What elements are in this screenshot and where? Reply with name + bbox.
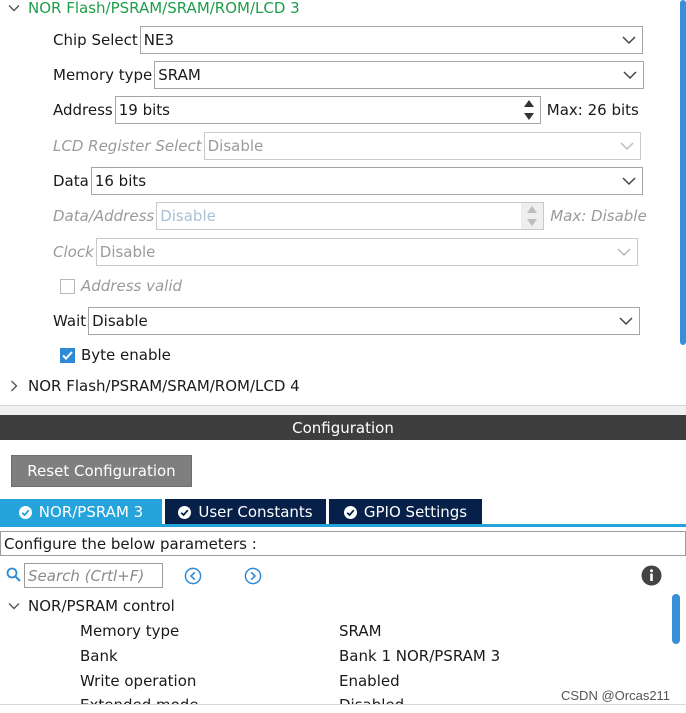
table-row[interactable]: Bank Bank 1 NOR/PSRAM 3: [0, 644, 670, 668]
clock-dropdown[interactable]: Disable: [95, 238, 638, 266]
param-value: Enabled: [339, 672, 400, 690]
scrollbar-thumb[interactable]: [680, 0, 686, 345]
configuration-title: Configuration: [292, 418, 394, 437]
parameter-panel: NOR Flash/PSRAM/SRAM/ROM/LCD 3 Chip Sele…: [0, 0, 686, 405]
search-icon: [6, 567, 21, 582]
tab-user-constants[interactable]: User Constants: [165, 499, 326, 525]
spinner-arrows-icon[interactable]: [518, 97, 540, 123]
memory-type-row: Memory type SRAM: [53, 60, 645, 90]
lcd-register-select-row: LCD Register Select Disable: [53, 131, 641, 161]
wait-value: Disable: [92, 312, 148, 330]
check-circle-icon: [343, 505, 357, 519]
param-value: Disabled: [339, 696, 404, 704]
memory-type-label: Memory type: [53, 66, 153, 84]
tab-label: NOR/PSRAM 3: [38, 503, 144, 521]
address-valid-label: Address valid: [81, 277, 183, 295]
data-row: Data 16 bits: [53, 166, 643, 196]
reset-configuration-button[interactable]: Reset Configuration: [11, 455, 192, 487]
group-title: NOR Flash/PSRAM/SRAM/ROM/LCD 3: [28, 0, 300, 17]
panel-splitter[interactable]: [0, 405, 686, 415]
param-key: Write operation: [80, 672, 197, 690]
check-icon: [62, 350, 73, 360]
wait-label: Wait: [53, 312, 87, 330]
data-address-max-label: Max: Disable: [550, 207, 647, 225]
check-circle-icon: [18, 505, 32, 519]
tab-nor-psram-3[interactable]: NOR/PSRAM 3: [0, 499, 162, 525]
arrow-left-circle-icon[interactable]: [184, 567, 202, 585]
wait-row: Wait Disable: [53, 306, 641, 336]
address-value: 19 bits: [118, 101, 170, 119]
address-max-label: Max: 26 bits: [546, 101, 639, 119]
data-value: 16 bits: [94, 172, 147, 190]
data-address-label: Data/Address: [53, 207, 155, 225]
group-nor-lcd-3[interactable]: NOR Flash/PSRAM/SRAM/ROM/LCD 3: [8, 0, 300, 19]
lcd-register-select-dropdown[interactable]: Disable: [203, 132, 641, 160]
info-icon[interactable]: [641, 565, 662, 586]
chip-select-label: Chip Select: [53, 31, 138, 49]
chip-select-row: Chip Select NE3: [53, 25, 643, 55]
tab-label: GPIO Settings: [363, 503, 468, 521]
byte-enable-row: Byte enable: [60, 344, 171, 366]
tree-group-nor-psram-control[interactable]: NOR/PSRAM control: [8, 595, 175, 617]
data-address-spinner[interactable]: Disable: [156, 202, 545, 230]
clock-value: Disable: [99, 243, 156, 261]
search-input[interactable]: Search (Crtl+F): [24, 563, 163, 588]
bottom-edge: [0, 704, 686, 713]
chevron-down-icon: [8, 5, 20, 12]
chevron-right-icon: [11, 380, 18, 392]
address-row: Address 19 bits Max: 26 bits: [53, 95, 639, 125]
group-title: NOR Flash/PSRAM/SRAM/ROM/LCD 4: [28, 377, 300, 395]
chevron-down-icon: [620, 142, 634, 151]
memory-type-dropdown[interactable]: SRAM: [154, 61, 645, 89]
address-label: Address: [53, 101, 113, 119]
chip-select-value: NE3: [143, 31, 174, 49]
group-nor-lcd-4[interactable]: NOR Flash/PSRAM/SRAM/ROM/LCD 4: [8, 375, 300, 397]
config-tabs: NOR/PSRAM 3 User Constants GPIO Settings: [0, 499, 686, 525]
param-value: SRAM: [339, 622, 382, 640]
spinner-arrows-icon[interactable]: [521, 203, 544, 229]
param-key: Extended mode: [80, 696, 199, 704]
data-dropdown[interactable]: 16 bits: [90, 167, 643, 195]
address-valid-checkbox[interactable]: [60, 278, 75, 294]
param-key: Memory type: [80, 622, 180, 640]
data-address-row: Data/Address Disable Max: Disable: [53, 201, 647, 231]
chevron-down-icon: [619, 317, 633, 326]
tab-underline: [0, 524, 686, 527]
lcd-register-select-label: LCD Register Select: [53, 137, 202, 155]
clock-label: Clock: [53, 243, 94, 261]
chevron-down-icon: [622, 177, 636, 186]
chevron-down-icon: [622, 36, 636, 45]
lcd-register-select-value: Disable: [207, 137, 264, 155]
chevron-down-icon: [623, 71, 637, 80]
chevron-down-icon: [8, 603, 20, 610]
param-value: Bank 1 NOR/PSRAM 3: [339, 647, 501, 665]
param-key: Bank: [80, 647, 118, 665]
wait-dropdown[interactable]: Disable: [88, 307, 641, 335]
address-valid-row: Address valid: [60, 275, 182, 297]
tab-gpio-settings[interactable]: GPIO Settings: [329, 499, 482, 525]
check-circle-icon: [178, 505, 192, 519]
configure-caption: Configure the below parameters :: [0, 531, 686, 556]
tree-group-title: NOR/PSRAM control: [28, 597, 175, 615]
chevron-down-icon: [617, 248, 631, 257]
data-address-value: Disable: [160, 207, 216, 225]
watermark: CSDN @Orcas211: [561, 688, 671, 703]
tab-label: User Constants: [198, 503, 313, 521]
memory-type-value: SRAM: [158, 66, 201, 84]
table-row[interactable]: Memory type SRAM: [0, 619, 670, 643]
byte-enable-label: Byte enable: [81, 346, 171, 364]
clock-row: Clock Disable: [53, 237, 638, 267]
byte-enable-checkbox[interactable]: [60, 347, 75, 363]
data-label: Data: [53, 172, 89, 190]
arrow-right-circle-icon[interactable]: [244, 567, 262, 585]
chip-select-dropdown[interactable]: NE3: [139, 26, 643, 54]
scrollbar-thumb[interactable]: [672, 594, 680, 644]
configuration-header: Configuration: [0, 415, 686, 440]
address-spinner[interactable]: 19 bits: [114, 96, 541, 124]
